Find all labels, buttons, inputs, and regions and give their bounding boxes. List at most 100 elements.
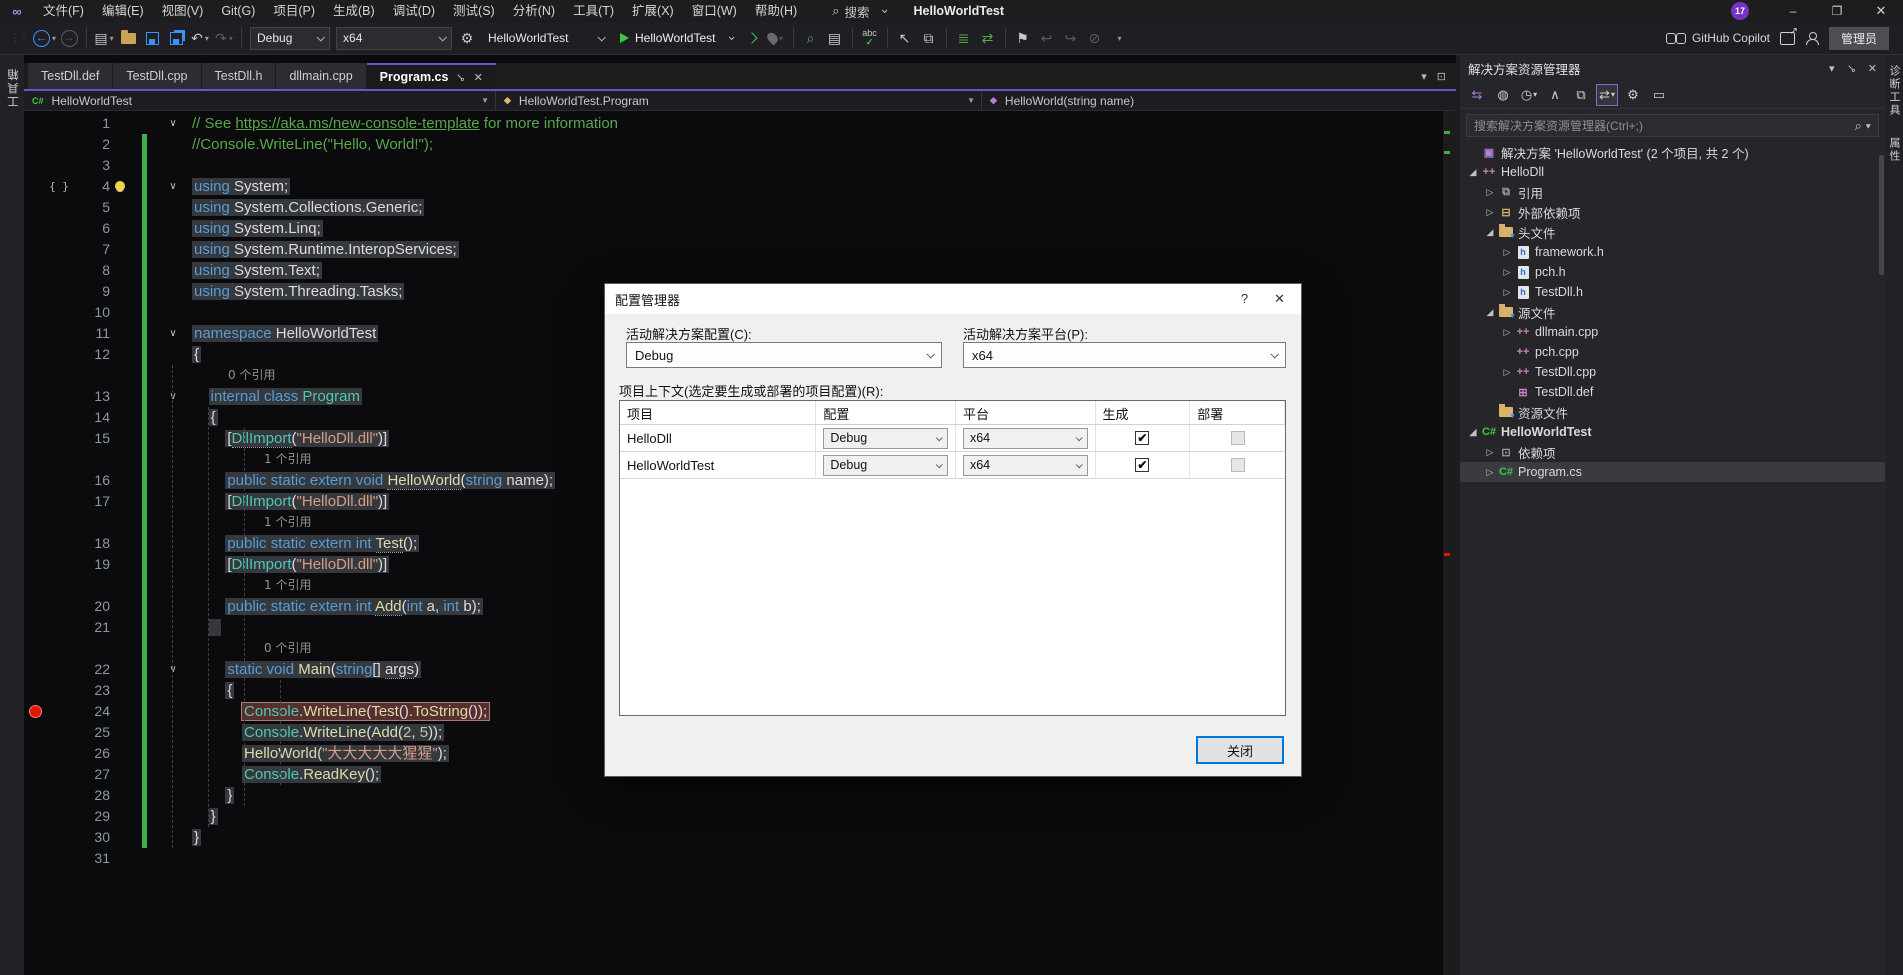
breakpoint-margin[interactable] <box>24 113 48 134</box>
hot-reload-icon[interactable]: ▾ <box>765 26 787 50</box>
column-header[interactable]: 项目 <box>620 401 816 424</box>
collapse-all-icon[interactable]: ∧ <box>1544 84 1566 106</box>
menu-item[interactable]: 文件(F) <box>34 0 93 22</box>
toolbox-tab[interactable]: 工具箱 <box>2 61 22 114</box>
editor-tab[interactable]: dllmain.cpp <box>276 63 365 89</box>
breakpoint-margin[interactable] <box>24 785 48 806</box>
breakpoint-margin[interactable] <box>24 260 48 281</box>
breadcrumb-segment[interactable]: ◆HelloWorld(string name) <box>982 91 1456 110</box>
menu-item[interactable]: 工具(T) <box>564 0 623 22</box>
explorer-scrollbar[interactable] <box>1879 155 1884 275</box>
document-list-icon[interactable]: ▾ <box>1421 70 1427 83</box>
find-in-files-icon[interactable]: ⌕ <box>800 26 822 50</box>
dock-tab-诊断工具[interactable]: 诊断工具 <box>1884 55 1903 127</box>
dialog-close-icon[interactable]: ✕ <box>1274 291 1285 307</box>
save-icon[interactable] <box>141 26 163 50</box>
search-control[interactable]: ⌕ 搜索 <box>832 2 885 21</box>
tree-item[interactable]: ⊞TestDll.def <box>1460 382 1885 402</box>
breakpoint-margin[interactable] <box>24 533 48 554</box>
fold-toggle[interactable]: ∨ <box>162 659 184 680</box>
fold-toggle[interactable]: ∨ <box>162 386 184 407</box>
breakpoint-margin[interactable] <box>24 365 48 386</box>
redo-icon[interactable]: ↷▾ <box>213 26 235 50</box>
column-header[interactable]: 生成 <box>1096 401 1191 424</box>
tree-item[interactable]: ▷hTestDll.h <box>1460 282 1885 302</box>
breakpoint-margin[interactable] <box>24 155 48 176</box>
minimize-button[interactable]: – <box>1771 0 1815 22</box>
close-panel-icon[interactable]: ✕ <box>1868 62 1877 75</box>
breakpoint-margin[interactable] <box>24 176 48 197</box>
dialog-close-button[interactable]: 关闭 <box>1196 736 1284 764</box>
platform-combo[interactable]: x64 <box>963 428 1088 449</box>
expanded-icon[interactable]: ◢ <box>1466 427 1480 438</box>
menu-item[interactable]: 扩展(X) <box>623 0 683 22</box>
tree-item[interactable]: 资源文件 <box>1460 402 1885 422</box>
startup-project-combo[interactable]: HelloWorldTest <box>482 27 610 50</box>
collapsed-icon[interactable]: ▷ <box>1500 367 1514 378</box>
wrench-icon[interactable]: ⚙ <box>1622 84 1644 106</box>
fold-toggle[interactable]: ∨ <box>162 323 184 344</box>
breakpoint-margin[interactable] <box>24 470 48 491</box>
copy-structure-icon[interactable]: ⧉ <box>918 26 940 50</box>
next-bookmark-icon[interactable]: ↪ <box>1060 26 1082 50</box>
save-all-icon[interactable] <box>165 26 187 50</box>
menu-item[interactable]: 帮助(H) <box>746 0 806 22</box>
solution-search-input[interactable]: 搜索解决方案资源管理器(Ctrl+;) ⌕ ▾ <box>1466 114 1879 137</box>
config-combo[interactable]: Debug <box>823 428 948 449</box>
expanded-icon[interactable]: ◢ <box>1466 167 1480 178</box>
switch-views-icon[interactable]: ⇆ <box>1466 84 1488 106</box>
pin-icon[interactable]: ⊸ <box>1843 60 1859 76</box>
pin-icon[interactable]: ⊸ <box>453 69 469 85</box>
menu-item[interactable]: 调试(D) <box>384 0 444 22</box>
dock-tab-属性[interactable]: 属性 <box>1884 127 1903 173</box>
dialog-title-bar[interactable]: 配置管理器 ? ✕ <box>605 284 1301 314</box>
breakpoint-margin[interactable] <box>24 407 48 428</box>
format-document-icon[interactable]: ⇄ <box>977 26 999 50</box>
menu-item[interactable]: 测试(S) <box>444 0 504 22</box>
breakpoint-margin[interactable] <box>24 218 48 239</box>
menu-item[interactable]: 项目(P) <box>264 0 324 22</box>
column-header[interactable]: 部署 <box>1190 401 1285 424</box>
build-checkbox[interactable]: ✔ <box>1135 431 1149 445</box>
build-checkbox[interactable]: ✔ <box>1135 458 1149 472</box>
quick-save-icon[interactable]: ▤ <box>824 26 846 50</box>
toolbar-grip[interactable]: ⋮⋮ <box>10 33 28 44</box>
breakpoint-margin[interactable] <box>24 806 48 827</box>
start-without-debugging-icon[interactable] <box>741 26 763 50</box>
open-folder-icon[interactable] <box>117 26 139 50</box>
collapsed-icon[interactable]: ▷ <box>1483 187 1497 198</box>
tree-item[interactable]: ▣解决方案 'HelloWorldTest' (2 个项目, 共 2 个) <box>1460 142 1885 162</box>
close-icon[interactable]: ✕ <box>474 71 483 84</box>
breakpoint-margin[interactable] <box>24 680 48 701</box>
collapsed-icon[interactable]: ▷ <box>1483 207 1497 218</box>
preview-selected-icon[interactable]: ▭ <box>1648 84 1670 106</box>
breakpoint-margin[interactable] <box>24 848 48 869</box>
properties-pages-icon[interactable]: ⧉ <box>1570 84 1592 106</box>
start-debugging-button[interactable]: HelloWorldTest <box>613 26 739 50</box>
breakpoint-margin[interactable] <box>24 491 48 512</box>
breakpoint-margin[interactable] <box>24 764 48 785</box>
editor-tab[interactable]: Program.cs⊸✕ <box>367 63 496 89</box>
collapsed-icon[interactable]: ▷ <box>1500 327 1514 338</box>
collapsed-icon[interactable]: ▷ <box>1483 467 1497 478</box>
breakpoint-margin[interactable] <box>24 512 48 533</box>
config-combo[interactable]: Debug <box>823 455 948 476</box>
close-button[interactable]: ✕ <box>1859 0 1903 22</box>
navigate-back-icon[interactable]: ←▾ <box>33 26 56 50</box>
expanded-icon[interactable]: ◢ <box>1483 307 1497 318</box>
tree-item[interactable]: ▷++dllmain.cpp <box>1460 322 1885 342</box>
breakpoint-margin[interactable] <box>24 638 48 659</box>
active-platform-combo[interactable]: x64 <box>963 342 1286 368</box>
breakpoint-margin[interactable] <box>24 281 48 302</box>
column-header[interactable]: 平台 <box>956 401 1096 424</box>
window-position-icon[interactable]: ▾ <box>1829 62 1835 75</box>
menu-item[interactable]: Git(G) <box>212 0 264 22</box>
breakpoint-margin[interactable] <box>24 659 48 680</box>
platform-combo[interactable]: x64 <box>963 455 1088 476</box>
breakpoint-icon[interactable] <box>29 705 42 718</box>
column-header[interactable]: 配置 <box>816 401 956 424</box>
breakpoint-margin[interactable] <box>24 449 48 470</box>
navigate-forward-icon[interactable]: → <box>58 26 80 50</box>
breakpoint-margin[interactable] <box>24 575 48 596</box>
breakpoint-margin[interactable] <box>24 596 48 617</box>
